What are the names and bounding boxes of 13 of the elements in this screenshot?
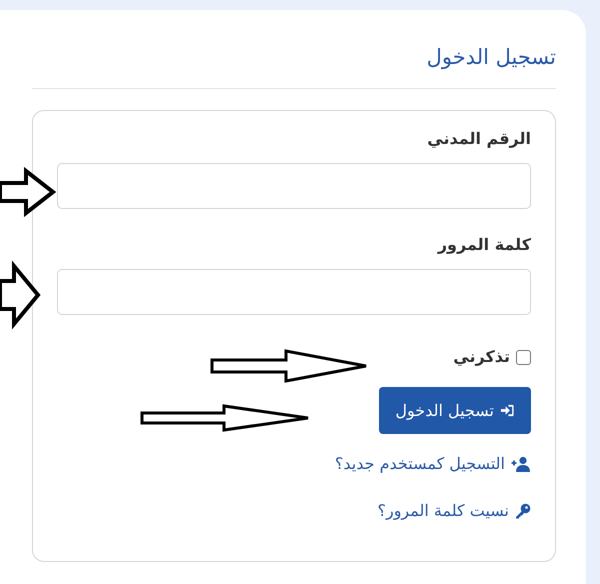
key-icon — [515, 503, 531, 519]
page-title: تسجيل الدخول — [426, 44, 556, 72]
field-label: كلمة المرور — [438, 234, 531, 256]
login-button[interactable]: تسجيل الدخول — [379, 387, 531, 434]
link[interactable]: التسجيل كمستخدم جديد؟ — [334, 452, 531, 476]
add-user-icon — [511, 456, 531, 472]
link[interactable]: نسيت كلمة المرور؟ — [377, 499, 531, 523]
field-label: الرقم المدني — [427, 128, 531, 150]
checkbox[interactable] — [516, 350, 531, 364]
input-field[interactable] — [57, 269, 531, 315]
remember-label: تذكرني — [453, 346, 510, 368]
input-field[interactable] — [57, 163, 531, 209]
sign-in-icon — [500, 403, 515, 418]
